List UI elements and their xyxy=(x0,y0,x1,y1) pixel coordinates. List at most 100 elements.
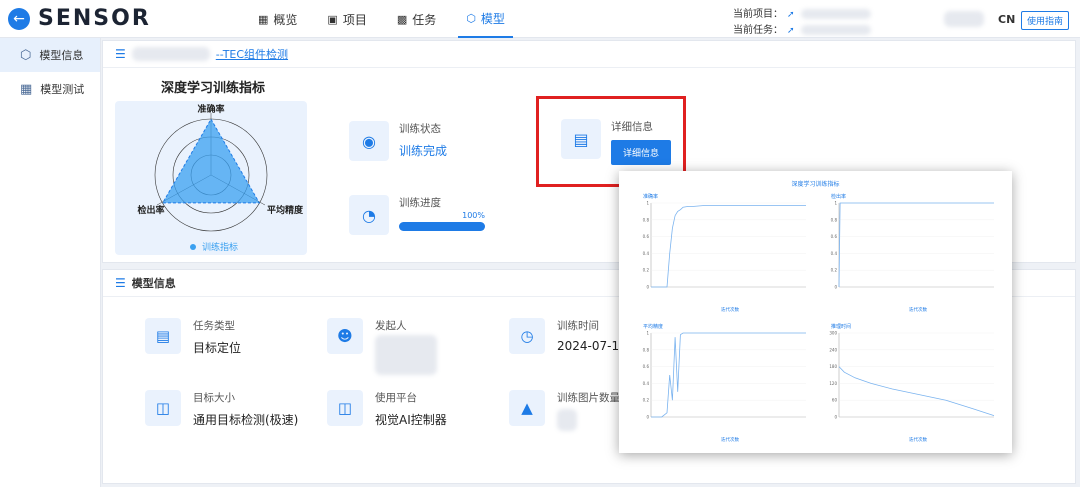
chart-ytick: 60 xyxy=(832,398,838,403)
current-project-label: 当前项目： xyxy=(733,9,783,20)
chart-series-line xyxy=(838,366,995,416)
user-avatar[interactable] xyxy=(944,11,984,27)
chart-ytick: 0.6 xyxy=(831,234,838,239)
chart-map: 平均精度 0 0.2 0.4 0.6 0.8 1 迭代次数 xyxy=(635,323,825,443)
progress-text: 100% xyxy=(462,211,485,220)
detail-info: ▤ 详细信息 详细信息 xyxy=(561,119,672,165)
radar-area xyxy=(161,118,261,204)
info-image-count: ▲ 训练图片数量 xyxy=(509,390,620,434)
detail-button[interactable]: 详细信息 xyxy=(611,140,672,165)
chart-ytick: 0.2 xyxy=(831,268,838,273)
training-status: ◉ 训练状态 训练完成 xyxy=(349,121,447,161)
grid-icon: ▦ xyxy=(20,81,33,97)
chart-ytick: 0.8 xyxy=(643,217,650,222)
status-value: 训练完成 xyxy=(399,144,448,158)
chart-svg: 0 0.2 0.4 0.6 0.8 1 xyxy=(831,201,994,290)
chart-ytick: 0.6 xyxy=(643,364,650,369)
progress-label: 训练进度 xyxy=(399,197,441,209)
chart-svg: 0 0.2 0.4 0.6 0.8 1 xyxy=(643,331,806,420)
chart-axis xyxy=(838,333,994,418)
chart-ytick: 0 xyxy=(834,415,837,420)
radar-title: 深度学习训练指标 xyxy=(161,81,266,96)
cube-icon: ⬡ xyxy=(466,11,476,25)
doc-icon: ▤ xyxy=(145,318,181,354)
chart-series-line xyxy=(651,332,806,418)
layout-icon: ◫ xyxy=(145,390,181,426)
nav-label: 概览 xyxy=(273,12,298,27)
chart-ytick: 1 xyxy=(834,201,837,206)
chart-ytick: 0 xyxy=(646,285,649,290)
model-title-link[interactable]: --TEC组件检测 xyxy=(216,46,288,62)
progress-bar: 100% xyxy=(399,211,485,231)
popup-title: 深度学习训练指标 xyxy=(791,181,840,188)
info-label: 发起人 xyxy=(375,320,407,332)
nav-label: 任务 xyxy=(412,12,437,27)
chart-ytick: 0.4 xyxy=(643,251,650,256)
logo: SENSOR xyxy=(38,6,151,31)
nav-item-model[interactable]: ⬡ 模型 xyxy=(458,0,513,38)
current-task[interactable]: 当前任务： ➚ xyxy=(733,21,871,36)
chart-ytick: 0.6 xyxy=(643,234,650,239)
info-initiator: ☻ 发起人 xyxy=(327,318,437,378)
chart-ytick: 0 xyxy=(646,415,649,420)
info-label: 目标大小 xyxy=(193,392,235,404)
info-value: 通用目标检测(极速) xyxy=(193,413,299,427)
nav-item-overview[interactable]: ▦ 概览 xyxy=(250,0,305,38)
bar-chart-icon: ▤ xyxy=(561,119,601,159)
chart-ytick: 1 xyxy=(646,331,649,336)
nav-label: 模型 xyxy=(480,11,505,26)
folder-icon: ▣ xyxy=(327,12,338,26)
current-task-label: 当前任务： xyxy=(733,25,783,36)
chart-series-line xyxy=(838,202,994,288)
current-project[interactable]: 当前项目： ➚ xyxy=(733,5,871,20)
layers-icon: ☰ xyxy=(115,47,126,61)
pie-icon: ◔ xyxy=(349,195,389,235)
chart-ytick: 0.8 xyxy=(643,347,650,352)
nav-item-task[interactable]: ▩ 任务 xyxy=(389,0,444,38)
chart-axis xyxy=(650,333,806,418)
sidebar-item-label: 模型测试 xyxy=(40,83,85,96)
chart-ytick: 0.2 xyxy=(643,268,650,273)
sidebar-item-model-info[interactable]: ⬡ 模型信息 xyxy=(0,38,100,72)
nav-label: 项目 xyxy=(342,12,367,27)
top-bar: ← SENSOR ▦ 概览 ▣ 项目 ▩ 任务 ⬡ 模型 当前项目： ➚ 当前任务： ➚ C… xyxy=(0,0,1080,38)
status-icon: ◉ xyxy=(349,121,389,161)
detail-chart-popup: 深度学习训练指标 准确率 0 0.2 0.4 0.6 0.8 1 迭代次数 检出率 0 0.… xyxy=(619,171,1012,453)
language-switch[interactable]: CN xyxy=(998,13,1015,26)
user-guide-button[interactable]: 使用指南 xyxy=(1021,11,1070,30)
radar-svg: 准确率 平均精度 检出率 训练指标 xyxy=(137,103,304,253)
pin-icon: ➚ xyxy=(787,26,795,36)
chart-ytick: 300 xyxy=(829,331,837,336)
chart-svg: 0 60 120 180 240 300 xyxy=(829,331,995,420)
info-label: 训练图片数量 xyxy=(557,392,620,404)
chart-ytick: 1 xyxy=(646,201,649,206)
radar-axis-label: 平均精度 xyxy=(267,204,304,216)
pyramid-icon: ▲ xyxy=(509,390,545,426)
progress-fill xyxy=(399,222,485,231)
info-task-type: ▤ 任务类型 目标定位 xyxy=(145,318,241,356)
chart-ytick: 0.2 xyxy=(643,398,650,403)
radar-axis-label: 检出率 xyxy=(137,204,164,216)
redacted-model-name xyxy=(131,47,210,61)
back-arrow-icon[interactable]: ← xyxy=(8,8,30,30)
sidebar-item-model-test[interactable]: ▦ 模型测试 xyxy=(0,72,100,106)
radar-legend[interactable]: 训练指标 xyxy=(202,241,238,253)
chart-ytick: 0.4 xyxy=(831,251,838,256)
chart-ytick: 120 xyxy=(829,381,837,386)
detail-label: 详细信息 xyxy=(611,121,653,133)
redacted-value xyxy=(800,25,871,35)
chart-ytick: 0 xyxy=(834,285,837,290)
redacted-value xyxy=(375,335,437,375)
legend-dot xyxy=(190,244,196,250)
nav-item-project[interactable]: ▣ 项目 xyxy=(319,0,374,38)
cube-icon: ⬡ xyxy=(20,47,32,63)
sidebar-item-label: 模型信息 xyxy=(39,49,84,62)
sidebar: ⬡ 模型信息 ▦ 模型测试 xyxy=(0,38,101,487)
chart-inference-time: 推理时间 0 60 120 180 240 300 迭代次数 xyxy=(823,323,1013,443)
chart-xlabel: 迭代次数 xyxy=(721,438,739,443)
info-label: 任务类型 xyxy=(193,320,235,332)
main-nav: ▦ 概览 ▣ 项目 ▩ 任务 ⬡ 模型 xyxy=(250,0,527,38)
chart-xlabel: 迭代次数 xyxy=(721,308,739,313)
pin-icon: ➚ xyxy=(787,10,795,20)
layers-icon: ☰ xyxy=(115,276,126,290)
